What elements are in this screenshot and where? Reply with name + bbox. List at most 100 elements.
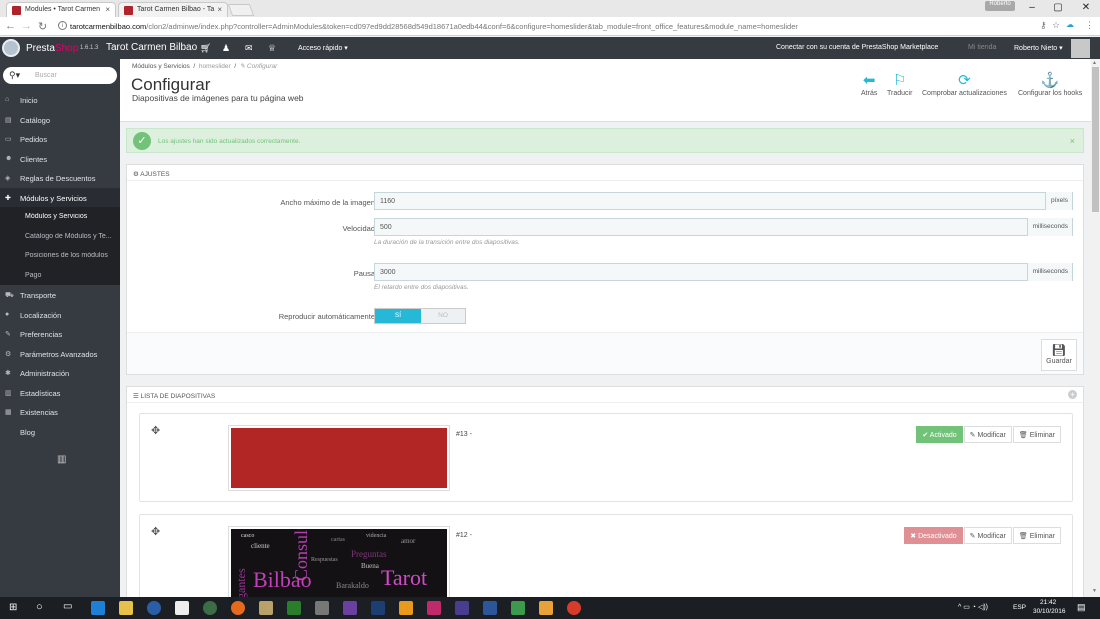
sidebar-subitem-posiciones[interactable]: Posiciones de los módulos bbox=[0, 246, 120, 266]
sidebar-item-pedidos[interactable]: ▭ Pedidos bbox=[0, 129, 120, 149]
photoshop-icon[interactable] bbox=[371, 601, 385, 615]
edge-icon[interactable] bbox=[91, 601, 105, 615]
sidebar-item-inicio[interactable]: ⌂ Inicio bbox=[0, 90, 120, 110]
drag-handle-icon[interactable]: ✥ bbox=[151, 424, 160, 437]
indesign-icon[interactable] bbox=[427, 601, 441, 615]
sidebar-subitem-modulos[interactable]: Módulos y Servicios bbox=[0, 207, 120, 227]
clock-date[interactable]: 30/10/2016 bbox=[1033, 608, 1066, 615]
browser-tab-modules[interactable]: Modules • Tarot Carmen × bbox=[6, 2, 116, 17]
language-indicator[interactable]: ESP bbox=[1013, 604, 1026, 611]
save-button[interactable]: 💾︎ Guardar bbox=[1041, 339, 1077, 371]
url-field[interactable]: i tarotcarmenbilbao.com/clon2/adminwe/in… bbox=[58, 20, 1038, 33]
prestashop-logo-icon[interactable] bbox=[2, 39, 20, 57]
notifications-icon[interactable]: ▤ bbox=[1077, 602, 1086, 613]
sidebar-item-existencias[interactable]: ▦ Existencias bbox=[0, 402, 120, 422]
sidebar-item-clientes[interactable]: ☻ Clientes bbox=[0, 149, 120, 169]
minimize-icon[interactable]: – bbox=[1022, 2, 1042, 15]
shop-name[interactable]: Tarot Carmen Bilbao bbox=[106, 42, 197, 53]
cart-icon[interactable]: 🛒︎ bbox=[200, 43, 211, 54]
sidebar-item-preferencias[interactable]: ✎ Preferencias bbox=[0, 324, 120, 344]
reload-icon[interactable]: ↻ bbox=[38, 20, 47, 33]
sidebar-subitem-pago[interactable]: Pago bbox=[0, 265, 120, 285]
status-toggle-button[interactable]: ✖ Desactivado bbox=[904, 527, 963, 544]
dreamweaver-icon[interactable] bbox=[287, 601, 301, 615]
modify-button[interactable]: ✎ Modificar bbox=[963, 426, 1012, 443]
firefox-icon[interactable] bbox=[231, 601, 245, 615]
close-icon[interactable]: × bbox=[217, 5, 222, 14]
configure-hooks-button[interactable]: ⚓ Configurar los hooks bbox=[1018, 71, 1082, 97]
collapse-sidebar-icon[interactable]: ▥ bbox=[57, 454, 66, 465]
sidebar-item-administracion[interactable]: ✱ Administración bbox=[0, 363, 120, 383]
sidebar-item-parametros[interactable]: ⚙ Parámetros Avanzados bbox=[0, 344, 120, 364]
autoplay-no[interactable]: NO bbox=[421, 309, 465, 323]
cortana-icon[interactable]: ○ bbox=[36, 601, 43, 613]
browser-tab-site[interactable]: Tarot Carmen Bilbao - Ta × bbox=[118, 2, 228, 17]
pause-input[interactable]: 3000 milliseconds bbox=[374, 263, 1073, 281]
sidebar-item-catalogo[interactable]: ▤ Catálogo bbox=[0, 110, 120, 130]
drag-handle-icon[interactable]: ✥ bbox=[151, 525, 160, 538]
autoplay-toggle[interactable]: SÍ NO bbox=[374, 308, 466, 324]
forward-arrow-icon[interactable]: → bbox=[21, 20, 32, 32]
windows-start-icon[interactable]: ⊞ bbox=[9, 602, 17, 613]
sidebar-item-descuentos[interactable]: ◈ Reglas de Descuentos bbox=[0, 168, 120, 188]
alert-close-icon[interactable]: × bbox=[1070, 136, 1075, 146]
task-view-icon[interactable]: ▭ bbox=[63, 601, 72, 612]
browser-profile-badge[interactable]: Roberto bbox=[985, 1, 1015, 11]
app-icon[interactable] bbox=[315, 601, 329, 615]
status-toggle-button[interactable]: ✔ Activado bbox=[916, 426, 963, 443]
visual-studio-icon[interactable] bbox=[343, 601, 357, 615]
sidebar-subitem-catalogo-modulos[interactable]: Catálogo de Módulos y Te... bbox=[0, 226, 120, 246]
customer-icon[interactable]: ♟ bbox=[222, 43, 230, 54]
store-icon[interactable] bbox=[175, 601, 189, 615]
sidebar-item-blog[interactable]: Blog bbox=[0, 422, 120, 442]
close-icon[interactable]: × bbox=[105, 5, 110, 14]
app-icon[interactable] bbox=[147, 601, 161, 615]
back-arrow-icon[interactable]: ← bbox=[5, 20, 16, 32]
extension-icon[interactable]: ☁ bbox=[1066, 20, 1074, 29]
sidebar-item-localizacion[interactable]: ● Localización bbox=[0, 305, 120, 325]
system-tray-icons[interactable]: ^ ▭ ◔ ◁)) bbox=[958, 603, 988, 611]
trophy-icon[interactable]: ♕ bbox=[268, 43, 276, 54]
illustrator-icon[interactable] bbox=[399, 601, 413, 615]
scroll-down-icon[interactable]: ▼ bbox=[1092, 588, 1097, 594]
page-scrollbar[interactable]: ▲ ▼ bbox=[1091, 59, 1100, 597]
app-icon[interactable] bbox=[511, 601, 525, 615]
delete-button[interactable]: 🗑︎ Eliminar bbox=[1012, 527, 1061, 544]
speed-input[interactable]: 500 milliseconds bbox=[374, 218, 1073, 236]
delete-button[interactable]: 🗑︎ Eliminar bbox=[1012, 426, 1061, 443]
quick-access-menu[interactable]: Acceso rápido ▾ bbox=[298, 44, 348, 52]
after-effects-icon[interactable] bbox=[455, 601, 469, 615]
word-icon[interactable] bbox=[483, 601, 497, 615]
bookmark-star-icon[interactable]: ☆ bbox=[1052, 20, 1060, 31]
scroll-up-icon[interactable]: ▲ bbox=[1092, 60, 1097, 66]
clock-time[interactable]: 21:42 bbox=[1040, 599, 1056, 606]
window-close-icon[interactable]: ✕ bbox=[1076, 2, 1096, 15]
search-input[interactable]: ⚲▾ Buscar bbox=[3, 67, 117, 84]
user-menu[interactable]: Roberto Nieto ▾ bbox=[1014, 44, 1063, 52]
marketplace-connect-link[interactable]: Conectar con su cuenta de PrestaShop Mar… bbox=[776, 44, 938, 51]
sidebar-item-estadisticas[interactable]: ▥ Estadísticas bbox=[0, 383, 120, 403]
app-icon[interactable] bbox=[259, 601, 273, 615]
search-icon[interactable]: ⚲▾ bbox=[9, 70, 20, 81]
browser-menu-icon[interactable]: ⋮ bbox=[1085, 20, 1094, 31]
avatar[interactable] bbox=[1071, 39, 1090, 58]
maximize-icon[interactable]: ▢ bbox=[1048, 2, 1068, 15]
key-icon[interactable]: ⚷ bbox=[1040, 20, 1047, 31]
check-updates-button[interactable]: ⟳ Comprobar actualizaciones bbox=[922, 71, 1007, 97]
scrollbar-thumb[interactable] bbox=[1092, 67, 1099, 212]
file-explorer-icon[interactable] bbox=[119, 601, 133, 615]
sidebar-item-modulos[interactable]: ✚ Módulos y Servicios bbox=[0, 187, 120, 207]
back-button[interactable]: ⬅ Atrás bbox=[861, 71, 877, 97]
add-slide-icon[interactable]: + bbox=[1068, 390, 1077, 399]
chrome-active-icon[interactable] bbox=[203, 601, 217, 615]
sidebar-item-transporte[interactable]: ⛟ Transporte bbox=[0, 285, 120, 305]
modify-button[interactable]: ✎ Modificar bbox=[963, 527, 1012, 544]
translate-button[interactable]: ⚐ Traducir bbox=[887, 71, 912, 97]
new-tab-button[interactable] bbox=[227, 4, 255, 16]
chrome-icon[interactable] bbox=[567, 601, 581, 615]
my-shop-link[interactable]: Mi tienda bbox=[968, 44, 996, 51]
autoplay-yes[interactable]: SÍ bbox=[375, 309, 421, 323]
app-icon[interactable] bbox=[539, 601, 553, 615]
width-input[interactable]: 1160 píxels bbox=[374, 192, 1073, 210]
mail-icon[interactable]: ✉ bbox=[245, 43, 253, 54]
